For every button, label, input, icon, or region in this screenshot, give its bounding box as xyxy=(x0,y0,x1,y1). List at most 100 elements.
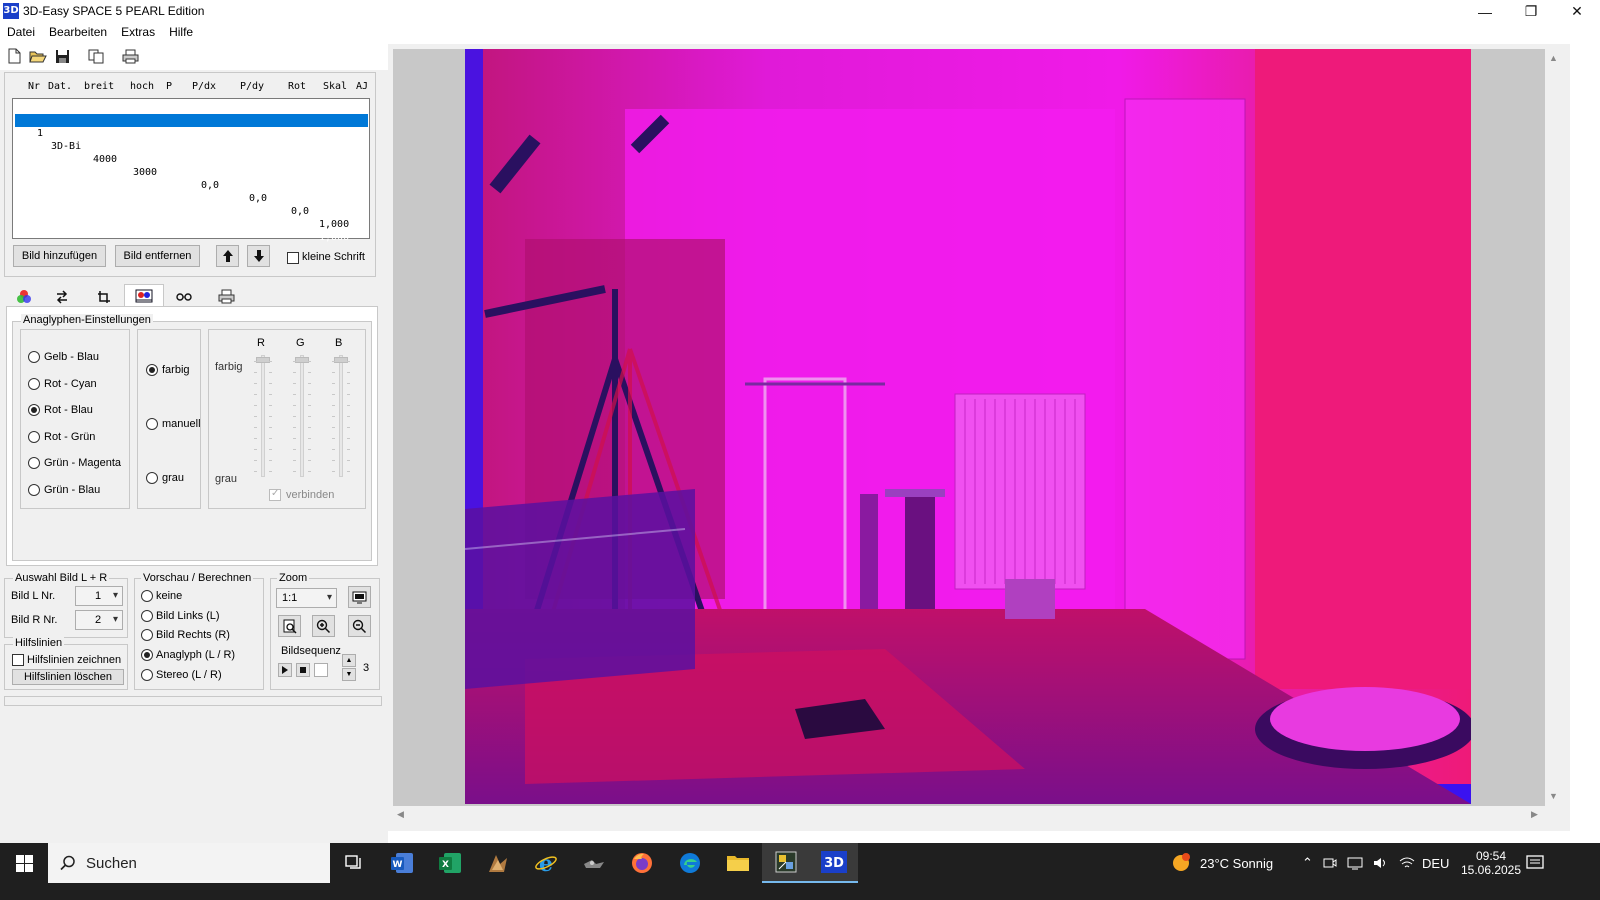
list-item[interactable]: L 1 3D-Bi 4000 3000 0,0 0,0 0,0 1,000 xyxy=(15,101,368,230)
spin-down-button[interactable]: ▼ xyxy=(342,668,356,681)
slider-top-label: farbig xyxy=(215,361,243,373)
add-image-button[interactable]: Bild hinzufügen xyxy=(13,245,106,267)
tool-icon[interactable] xyxy=(570,843,618,883)
network-icon[interactable] xyxy=(1347,856,1363,870)
spin-up-button[interactable]: ▲ xyxy=(342,654,356,667)
zoom-page-button[interactable] xyxy=(278,615,301,637)
open-icon[interactable] xyxy=(28,46,48,66)
small-font-checkbox[interactable] xyxy=(287,252,299,264)
zoom-page-icon xyxy=(283,619,297,634)
scroll-left-icon[interactable]: ◀ xyxy=(397,809,404,820)
zoom-select[interactable]: 1:1 ▾ xyxy=(276,588,337,608)
move-down-button[interactable] xyxy=(247,245,270,267)
wifi-icon[interactable] xyxy=(1399,856,1415,870)
tab-crop[interactable] xyxy=(84,286,124,307)
menu-hilfe[interactable]: Hilfe xyxy=(162,23,200,43)
play-button[interactable] xyxy=(278,663,292,677)
zoom-out-icon xyxy=(352,619,367,633)
radio-gruen-magenta[interactable] xyxy=(28,457,40,469)
tab-color[interactable] xyxy=(4,286,44,307)
remove-image-button[interactable]: Bild entfernen xyxy=(115,245,200,267)
slider-r-thumb[interactable] xyxy=(256,357,270,363)
scroll-right-icon[interactable]: ▶ xyxy=(1531,809,1538,820)
slider-r[interactable] xyxy=(261,355,265,477)
image-viewport[interactable] xyxy=(393,49,1545,806)
slider-g[interactable] xyxy=(300,355,304,477)
explorer-icon[interactable] xyxy=(714,843,762,883)
horizontal-scrollbar[interactable]: ◀ ▶ xyxy=(393,806,1545,823)
list-item-selected[interactable]: R 2 3D-Bi 4000 3000 70,0 89,0 0,0 1,000 xyxy=(15,114,368,243)
stereo-glasses-icon xyxy=(176,292,192,301)
restore-button[interactable]: ❐ xyxy=(1508,0,1554,23)
zoom-out-button[interactable] xyxy=(348,615,371,637)
menu-bearbeiten[interactable]: Bearbeiten xyxy=(42,23,114,43)
radio-rot-gruen[interactable] xyxy=(28,431,40,443)
start-button[interactable] xyxy=(0,843,48,883)
app-icon[interactable] xyxy=(474,843,522,883)
new-icon[interactable] xyxy=(4,46,24,66)
loop-checkbox[interactable] xyxy=(314,663,328,677)
move-up-button[interactable] xyxy=(216,245,239,267)
screenshot-app-icon[interactable] xyxy=(762,843,810,883)
copy-icon[interactable] xyxy=(86,46,106,66)
menu-datei[interactable]: Datei xyxy=(0,23,42,43)
zoom-in-button[interactable] xyxy=(312,615,335,637)
slider-b[interactable] xyxy=(339,355,343,477)
clear-helplines-button[interactable]: Hilfslinien löschen xyxy=(12,669,124,685)
excel-icon[interactable]: X xyxy=(426,843,474,883)
tab-transform[interactable] xyxy=(42,286,82,307)
taskbar-search[interactable]: Suchen xyxy=(48,843,330,883)
radio-preview-right[interactable] xyxy=(141,629,153,641)
word-icon[interactable]: W xyxy=(378,843,426,883)
tab-stereo[interactable] xyxy=(164,286,204,307)
radio-gelb-blau[interactable] xyxy=(28,351,40,363)
minimize-button[interactable]: — xyxy=(1462,0,1508,23)
notifications-button[interactable] xyxy=(1526,843,1544,883)
radio-preview-keine[interactable] xyxy=(141,590,153,602)
stop-button[interactable] xyxy=(296,663,310,677)
radio-preview-left[interactable] xyxy=(141,610,153,622)
radio-rot-blau[interactable] xyxy=(28,404,40,416)
radio-manuell[interactable] xyxy=(146,418,158,430)
svg-text:X: X xyxy=(442,860,449,870)
edge-icon[interactable] xyxy=(666,843,714,883)
label-gruen-magenta: Grün - Magenta xyxy=(44,457,122,469)
slider-g-thumb[interactable] xyxy=(295,357,309,363)
close-button[interactable]: ✕ xyxy=(1554,0,1600,23)
save-icon[interactable] xyxy=(52,46,72,66)
weather-widget[interactable]: 23°C Sonnig xyxy=(1170,843,1273,883)
slider-b-thumb[interactable] xyxy=(334,357,348,363)
ie-icon[interactable]: e xyxy=(522,843,570,883)
radio-grau[interactable] xyxy=(146,472,158,484)
image-list[interactable]: L 1 3D-Bi 4000 3000 0,0 0,0 0,0 1,000 R … xyxy=(12,98,370,243)
image-left-select[interactable]: 1 ▾ xyxy=(75,586,123,606)
image-right-select[interactable]: 2 ▾ xyxy=(75,610,123,630)
meet-icon[interactable] xyxy=(1323,856,1337,870)
progress-strip xyxy=(4,696,382,706)
firefox-icon[interactable] xyxy=(618,843,666,883)
slider-tick xyxy=(347,361,350,362)
radio-preview-anaglyph[interactable] xyxy=(141,649,153,661)
draw-helplines-checkbox[interactable] xyxy=(12,654,24,666)
volume-icon[interactable] xyxy=(1373,856,1389,870)
menu-extras[interactable]: Extras xyxy=(114,23,162,43)
tab-anaglyph[interactable] xyxy=(124,284,164,307)
scroll-up-icon[interactable]: ▲ xyxy=(1549,53,1558,63)
col-dat: Dat. xyxy=(48,81,73,92)
scroll-down-icon[interactable]: ▼ xyxy=(1549,791,1558,801)
connect-checkbox[interactable] xyxy=(269,488,281,501)
radio-gruen-blau[interactable] xyxy=(28,484,40,496)
clock[interactable]: 09:54 15.06.2025 xyxy=(1456,843,1526,883)
radio-farbig[interactable] xyxy=(146,364,158,376)
3d-easy-icon[interactable]: 3D xyxy=(810,843,858,883)
vertical-scrollbar[interactable]: ▲ ▼ xyxy=(1545,49,1562,806)
cell-skal: 1,000 xyxy=(319,232,350,243)
fit-screen-button[interactable] xyxy=(348,586,371,608)
language-indicator[interactable]: DEU xyxy=(1422,843,1449,883)
chevron-up-icon[interactable]: ⌃ xyxy=(1302,855,1313,871)
tab-print[interactable] xyxy=(206,286,246,307)
print-icon[interactable] xyxy=(120,46,140,66)
radio-preview-stereo[interactable] xyxy=(141,669,153,681)
radio-rot-cyan[interactable] xyxy=(28,378,40,390)
task-view-icon[interactable] xyxy=(330,843,378,883)
